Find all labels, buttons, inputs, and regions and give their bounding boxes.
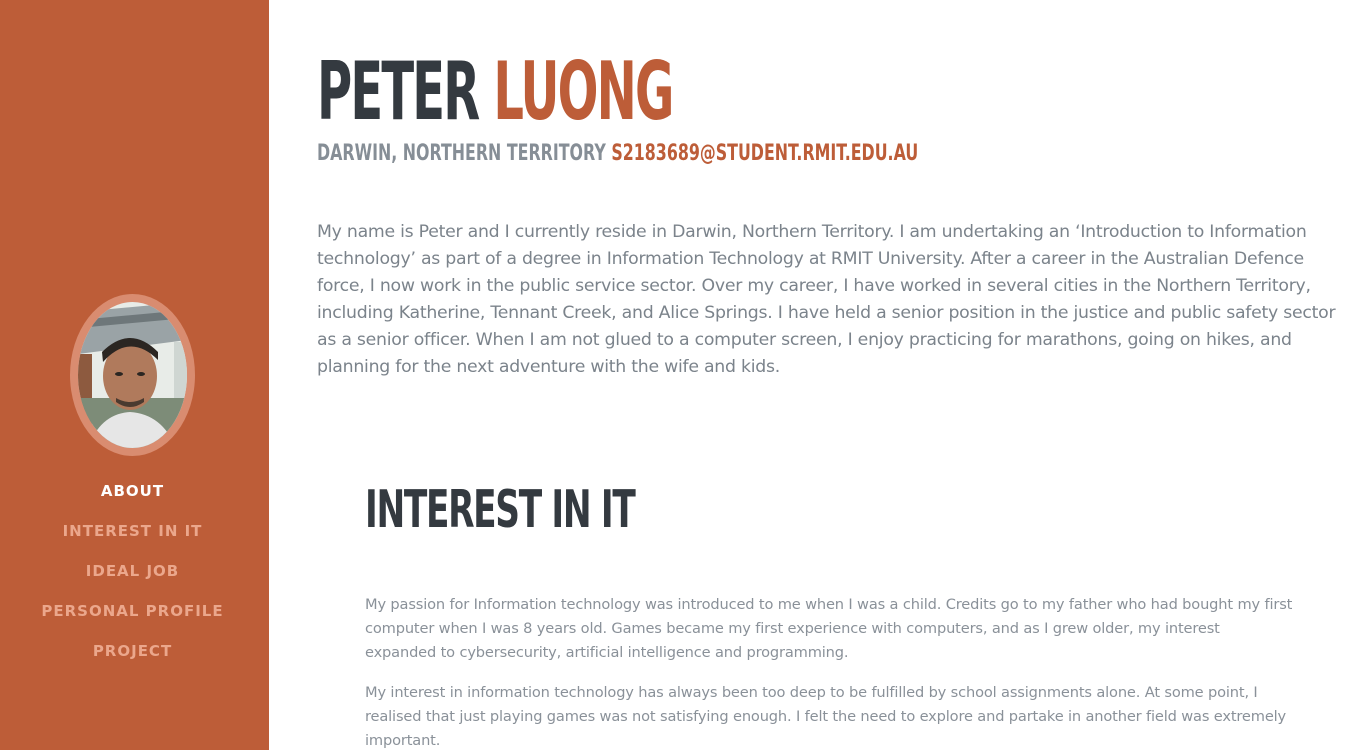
page-title: PETER LUONG [317,44,674,140]
email-link[interactable]: S2183689@STUDENT.RMIT.EDU.AU [611,141,918,166]
sidebar: ABOUT INTEREST IN IT IDEAL JOB PERSONAL … [0,0,269,750]
nav-item-project[interactable]: PROJECT [0,640,265,680]
nav-item-personal-profile[interactable]: PERSONAL PROFILE [0,600,265,640]
first-name: PETER [317,45,480,138]
about-text: My name is Peter and I currently reside … [317,222,1336,377]
interest-paragraph-2: My interest in information technology ha… [365,684,1287,749]
sidebar-nav: ABOUT INTEREST IN IT IDEAL JOB PERSONAL … [0,480,265,680]
location-text: DARWIN, NORTHERN TERRITORY [317,141,606,166]
profile-photo-icon [78,302,187,448]
interest-paragraph-1: My passion for Information technology wa… [365,596,1293,661]
last-name: LUONG [493,45,674,138]
nav-item-about[interactable]: ABOUT [0,480,265,520]
avatar-frame [70,294,195,456]
nav-item-interest-in-it[interactable]: INTEREST IN IT [0,520,265,560]
contact-line: DARWIN, NORTHERN TERRITORY S2183689@STUD… [317,140,918,168]
section-title-interest: INTEREST IN IT [365,480,636,540]
nav-item-ideal-job[interactable]: IDEAL JOB [0,560,265,600]
avatar[interactable] [78,302,187,448]
